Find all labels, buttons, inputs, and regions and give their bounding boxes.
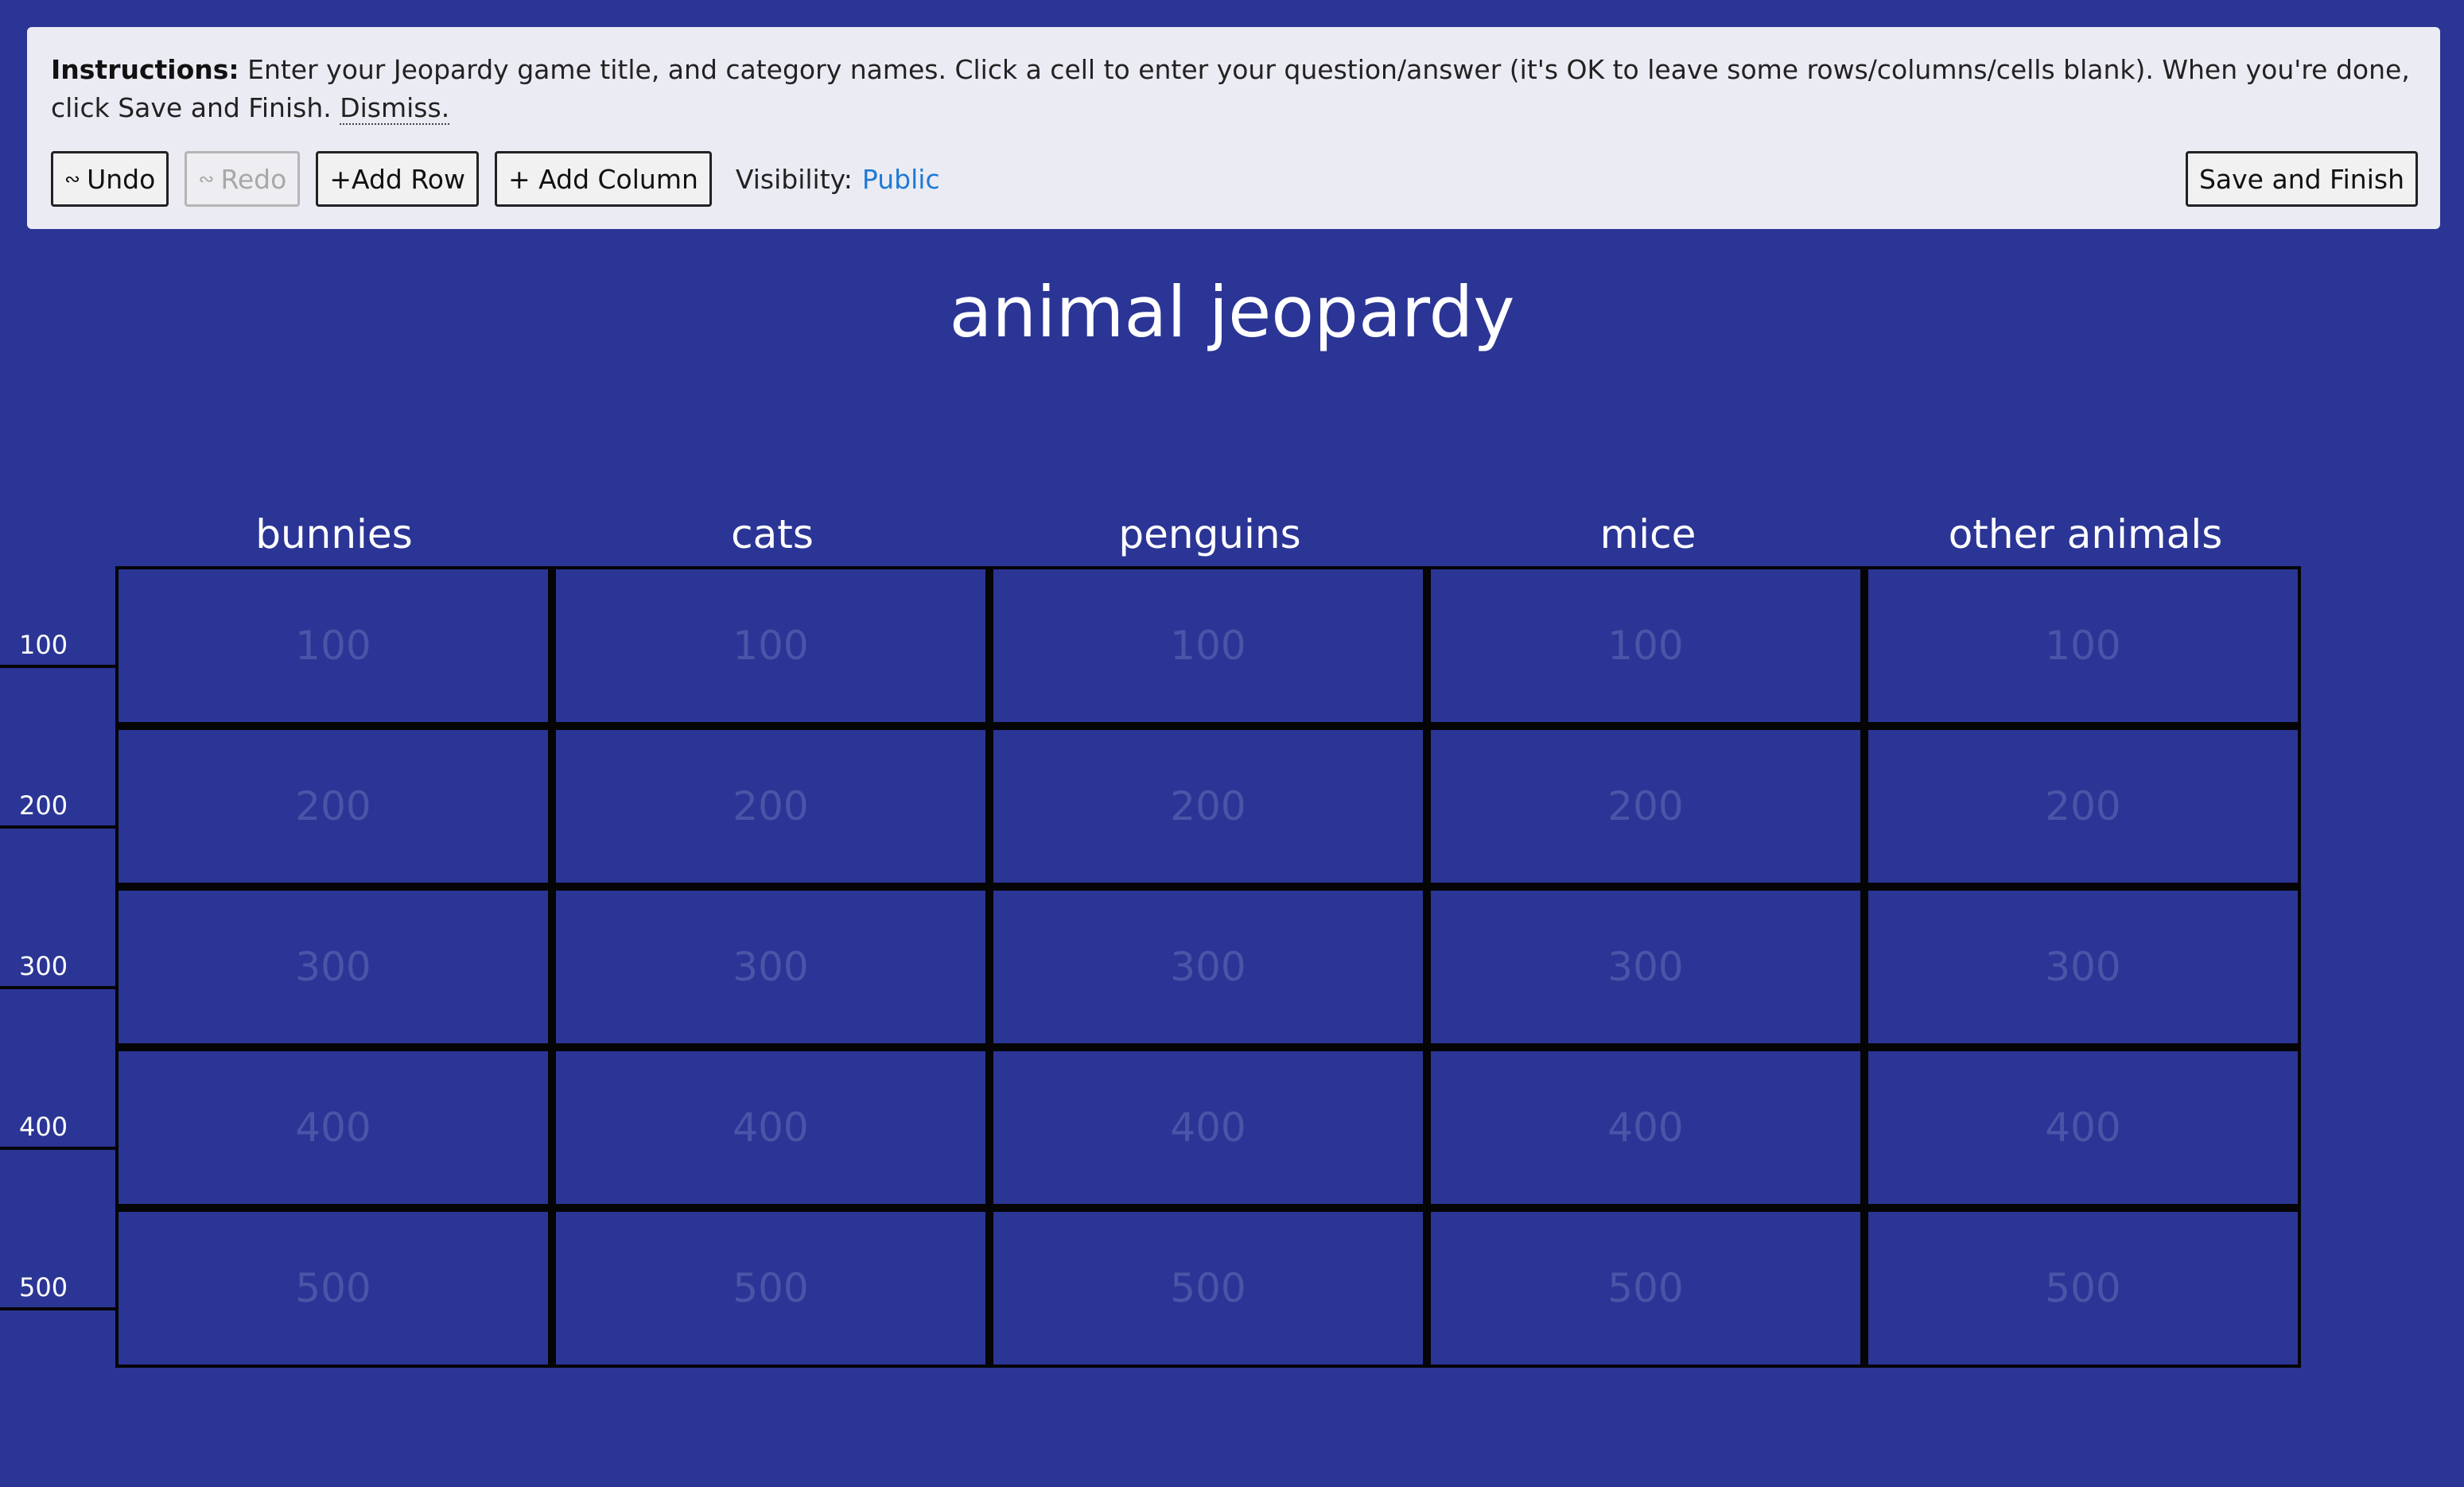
category-header-3[interactable]: penguins [991, 504, 1428, 565]
row-label-text: 100 [19, 630, 68, 660]
instructions-panel: Instructions: Enter your Jeopardy game t… [27, 27, 2440, 229]
redo-icon: ∾ [198, 168, 214, 190]
add-column-label: + Add Column [507, 163, 698, 195]
board-cell[interactable]: 100 [119, 569, 548, 722]
board-cell[interactable]: 200 [556, 730, 985, 883]
board-cell[interactable]: 200 [993, 730, 1423, 883]
board-cell[interactable]: 300 [556, 891, 985, 1043]
row-label-text: 200 [19, 790, 68, 821]
dismiss-link[interactable]: Dismiss. [340, 92, 450, 125]
category-header-5[interactable]: other animals [1867, 504, 2304, 565]
board-cell[interactable]: 500 [119, 1212, 548, 1365]
save-and-finish-button[interactable]: Save and Finish [2185, 151, 2418, 207]
redo-button[interactable]: ∾ Redo [185, 151, 301, 207]
row-label-2: 200 [0, 790, 115, 829]
board-cell[interactable]: 300 [1868, 891, 2298, 1043]
board-cell[interactable]: 300 [1431, 891, 1860, 1043]
board-cell[interactable]: 300 [993, 891, 1423, 1043]
board-cell[interactable]: 500 [1431, 1212, 1860, 1365]
row-label-text: 300 [19, 951, 68, 981]
row-label-4: 400 [0, 1112, 115, 1150]
board-cell[interactable]: 100 [993, 569, 1423, 722]
category-header-1[interactable]: bunnies [115, 504, 553, 565]
board-cell[interactable]: 500 [1868, 1212, 2298, 1365]
undo-button[interactable]: ∾ Undo [51, 151, 169, 207]
board-cell[interactable]: 400 [119, 1051, 548, 1204]
category-header-2[interactable]: cats [554, 504, 991, 565]
board-cell[interactable]: 100 [1868, 569, 2298, 722]
save-label: Save and Finish [2198, 163, 2404, 195]
visibility-link[interactable]: Public [862, 164, 940, 195]
board-cell[interactable]: 100 [556, 569, 985, 722]
instructions-heading: Instructions: [51, 54, 239, 85]
toolbar: ∾ Undo ∾ Redo +Add Row + Add Column Visi… [51, 151, 940, 207]
board-cell[interactable]: 500 [556, 1212, 985, 1365]
row-label-text: 400 [19, 1112, 68, 1142]
visibility-label: Visibility: [735, 163, 853, 195]
row-label-5: 500 [0, 1272, 115, 1310]
add-column-button[interactable]: + Add Column [494, 151, 712, 207]
row-label-text: 500 [19, 1272, 68, 1303]
board-cell[interactable]: 300 [119, 891, 548, 1043]
add-row-button[interactable]: +Add Row [316, 151, 479, 207]
board-cell[interactable]: 200 [1868, 730, 2298, 883]
jeopardy-board: 100 100 100 100 100 200 200 200 200 200 … [115, 566, 2301, 1368]
board-cell[interactable]: 200 [1431, 730, 1860, 883]
board-cell[interactable]: 400 [993, 1051, 1423, 1204]
category-header-4[interactable]: mice [1429, 504, 1867, 565]
row-label-1: 100 [0, 630, 115, 668]
board-cell[interactable]: 500 [993, 1212, 1423, 1365]
board-cell[interactable]: 400 [556, 1051, 985, 1204]
undo-label: Undo [87, 163, 156, 195]
game-title[interactable]: animal jeopardy [0, 269, 2464, 356]
board-cell[interactable]: 400 [1431, 1051, 1860, 1204]
board-cell[interactable]: 200 [119, 730, 548, 883]
add-row-label: +Add Row [329, 163, 465, 195]
board-cell[interactable]: 100 [1431, 569, 1860, 722]
undo-icon: ∾ [64, 168, 80, 190]
row-label-3: 300 [0, 951, 115, 989]
board-cell[interactable]: 400 [1868, 1051, 2298, 1204]
instructions-text: Instructions: Enter your Jeopardy game t… [51, 51, 2421, 127]
redo-label: Redo [220, 163, 287, 195]
